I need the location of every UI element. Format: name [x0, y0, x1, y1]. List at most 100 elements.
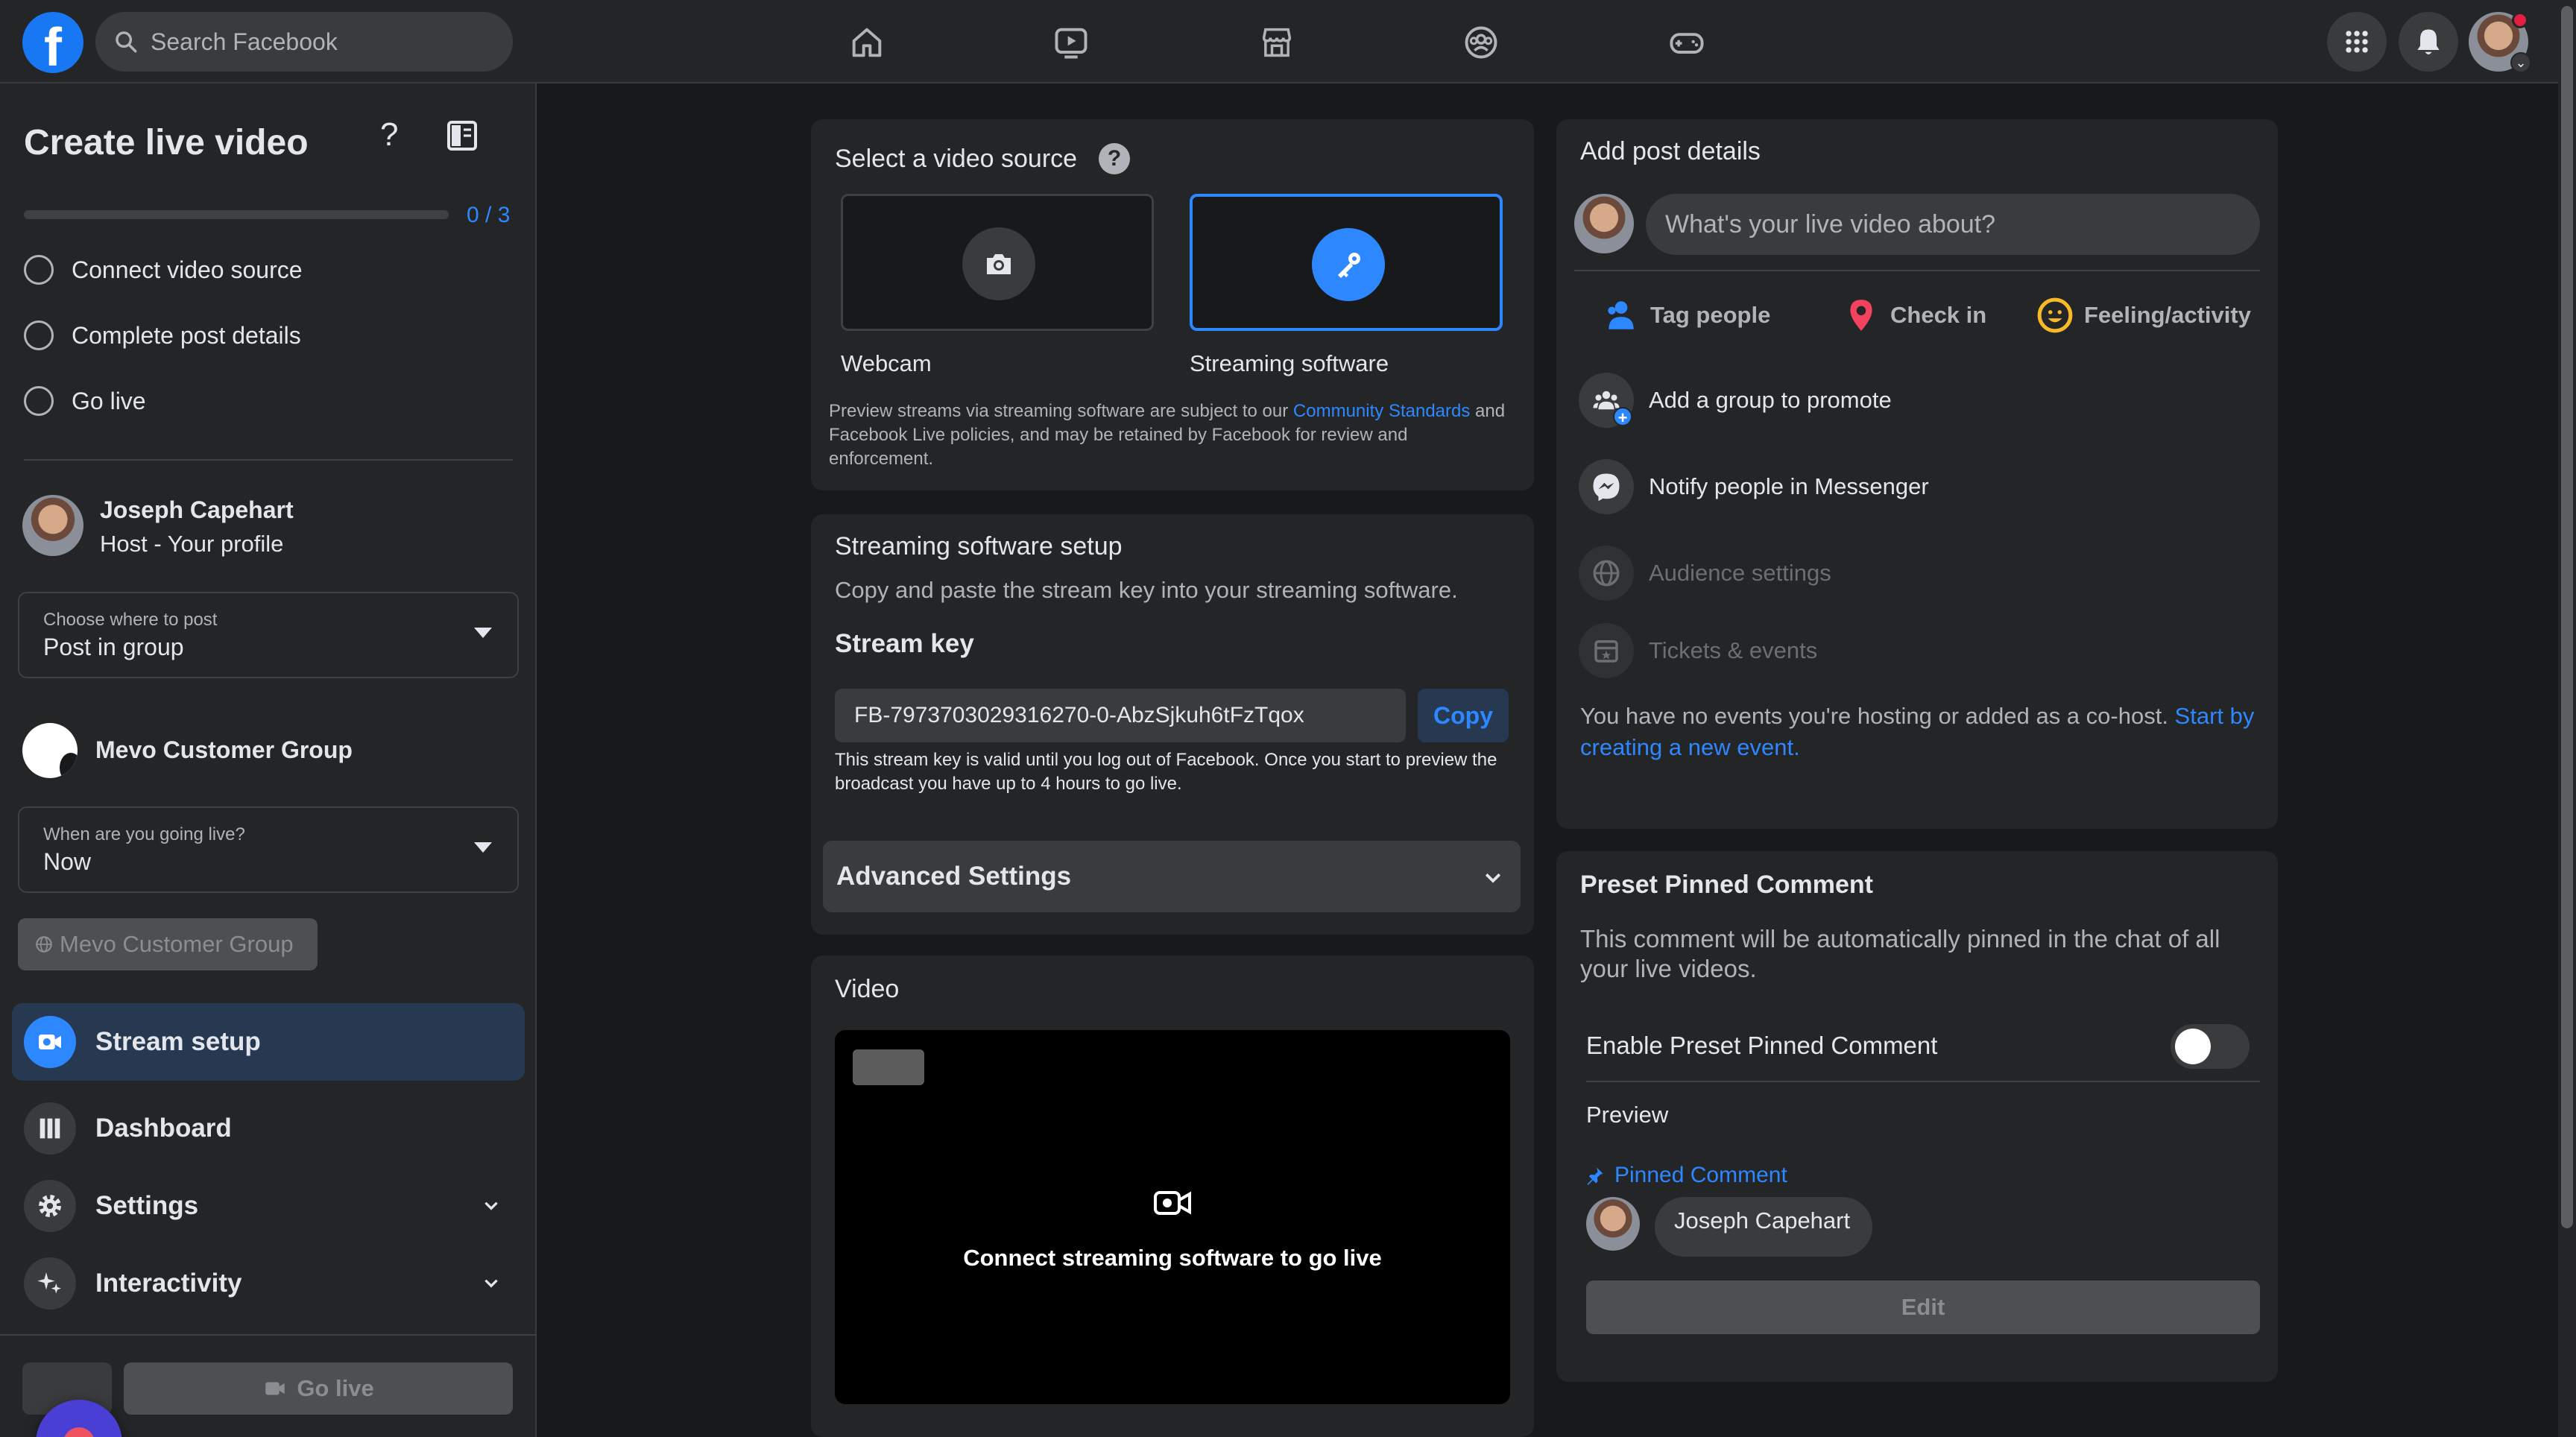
collapse-sidebar-icon[interactable] — [444, 118, 480, 154]
key-icon — [1312, 228, 1385, 301]
go-live-label: Go live — [297, 1375, 374, 1401]
step-label: Complete post details — [72, 321, 301, 349]
divider — [1586, 1081, 2260, 1082]
help-icon[interactable]: ? — [1099, 143, 1130, 174]
camera-icon — [962, 227, 1035, 300]
group-name: Mevo Customer Group — [95, 736, 353, 763]
go-live-time-dropdown[interactable]: When are you going live? Now — [18, 806, 519, 893]
progress-bar — [24, 210, 449, 219]
pinned-comment-toggle[interactable] — [2171, 1024, 2250, 1069]
ticket-icon — [1579, 623, 1634, 678]
tickets-events-row[interactable]: Tickets & events — [1579, 623, 1817, 678]
step-complete-post-details: Complete post details — [24, 320, 301, 350]
pinned-comment-title: Preset Pinned Comment — [1580, 871, 1873, 899]
audience-settings-row[interactable]: Audience settings — [1579, 546, 1831, 601]
action-label: Tag people — [1650, 302, 1771, 328]
video-source-card: Select a video source ? Webcam Streaming… — [811, 119, 1534, 490]
streaming-software-option[interactable] — [1190, 194, 1503, 331]
feeling-activity-button[interactable]: Feeling/activity — [2036, 297, 2251, 334]
gaming-icon[interactable] — [1661, 16, 1713, 69]
account-chevron-icon[interactable]: ⌄ — [2510, 52, 2531, 73]
nav-stream-setup[interactable]: Stream setup — [12, 1003, 525, 1081]
video-status-tag — [853, 1049, 924, 1085]
menu-grid-icon[interactable] — [2327, 12, 2387, 72]
dropdown-label: When are you going live? — [43, 824, 245, 844]
chevron-down-icon — [1485, 873, 1501, 883]
advanced-settings-label: Advanced Settings — [836, 862, 1072, 891]
post-location-dropdown[interactable]: Choose where to post Post in group — [18, 592, 519, 678]
page-title: Create live video — [24, 123, 309, 162]
notice-text: Preview streams via streaming software a… — [829, 401, 1293, 421]
go-live-button[interactable]: Go live — [124, 1362, 513, 1415]
edit-button[interactable]: Edit — [1586, 1280, 2260, 1334]
groups-icon[interactable] — [1455, 16, 1507, 69]
community-standards-link[interactable]: Community Standards — [1293, 401, 1470, 421]
video-source-title: Select a video source — [835, 145, 1078, 173]
sparkle-icon — [24, 1257, 76, 1310]
advanced-settings-toggle[interactable]: Advanced Settings — [823, 841, 1521, 912]
streaming-setup-subtitle: Copy and paste the stream key into your … — [835, 577, 1458, 603]
post-description-input[interactable] — [1646, 194, 2260, 255]
events-text: You have no events you're hosting or add… — [1580, 703, 2175, 729]
tag-people-button[interactable]: Tag people — [1603, 297, 1770, 334]
pinned-comment-description: This comment will be automatically pinne… — [1580, 925, 2220, 982]
search-input[interactable] — [151, 28, 479, 56]
stream-key-label: Stream key — [835, 629, 974, 658]
host-name: Joseph Capehart — [100, 496, 294, 523]
nav-settings[interactable]: Settings — [12, 1167, 525, 1245]
home-icon[interactable] — [841, 16, 893, 69]
help-icon[interactable]: ? — [380, 116, 398, 154]
video-icon[interactable] — [1045, 16, 1097, 69]
pin-icon — [1587, 1167, 1603, 1185]
webcam-option[interactable] — [841, 194, 1154, 331]
copy-button[interactable]: Copy — [1418, 689, 1509, 742]
nav-interactivity[interactable]: Interactivity — [12, 1245, 525, 1322]
stream-key-note: This stream key is valid until you log o… — [835, 750, 1497, 794]
divider — [0, 1334, 537, 1336]
preview-label: Preview — [1586, 1102, 1669, 1128]
chevron-down-icon — [484, 1201, 498, 1210]
logo-letter: f — [44, 18, 62, 73]
video-camera-icon — [1154, 1191, 1191, 1215]
host-avatar — [22, 495, 83, 556]
gear-icon — [24, 1180, 76, 1232]
live-camera-icon — [265, 1382, 285, 1395]
check-in-button[interactable]: Check in — [1843, 297, 1986, 334]
video-message: Connect streaming software to go live — [963, 1245, 1382, 1271]
record-dot-icon — [63, 1427, 95, 1437]
group-avatar — [22, 723, 78, 778]
add-group-to-promote-row[interactable]: + Add a group to promote — [1579, 373, 1892, 428]
progress-count: 0 / 3 — [467, 203, 511, 227]
caret-down-icon — [474, 842, 492, 853]
scrollbar-thumb[interactable] — [2561, 6, 2573, 1228]
globe-icon — [36, 936, 52, 953]
add-badge: + — [1613, 407, 1632, 427]
post-details-title: Add post details — [1580, 137, 1761, 165]
nav-label: Stream setup — [95, 1027, 261, 1056]
facebook-logo[interactable]: f — [22, 12, 83, 73]
nav-dashboard[interactable]: Dashboard — [12, 1090, 525, 1167]
dropdown-label: Choose where to post — [43, 610, 218, 630]
toggle-knob — [2175, 1029, 2211, 1064]
pinned-comment-label: Pinned Comment — [1585, 1163, 1787, 1188]
video-title: Video — [835, 975, 900, 1003]
dropdown-value: Now — [43, 848, 92, 875]
group-chip-button[interactable]: Mevo Customer Group — [18, 918, 318, 970]
notifications-icon[interactable] — [2399, 12, 2458, 72]
step-label: Connect video source — [72, 256, 303, 283]
dashboard-icon — [24, 1102, 76, 1155]
caret-down-icon — [474, 628, 492, 638]
source-notice: Preview streams via streaming software a… — [829, 399, 1515, 471]
row-label: Audience settings — [1649, 560, 1831, 586]
tag-people-icon — [1608, 301, 1634, 329]
stream-key-field[interactable] — [835, 689, 1406, 742]
comment-bubble: Joseph Capehart — [1655, 1197, 1872, 1257]
marketplace-icon[interactable] — [1251, 16, 1303, 69]
notify-messenger-row[interactable]: Notify people in Messenger — [1579, 459, 1929, 514]
nav-label: Settings — [95, 1191, 199, 1220]
host-role: Host - Your profile — [100, 531, 284, 557]
chevron-down-icon — [484, 1279, 498, 1288]
search-box[interactable] — [95, 12, 513, 72]
action-label: Feeling/activity — [2084, 302, 2251, 328]
row-label: Tickets & events — [1649, 637, 1818, 663]
